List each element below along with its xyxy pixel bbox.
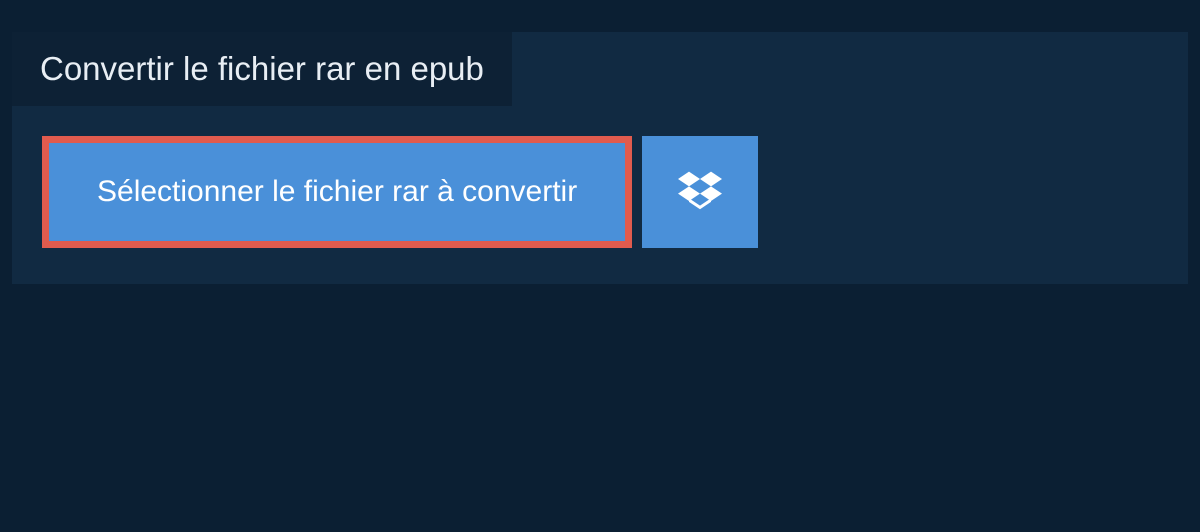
button-gap — [632, 136, 642, 248]
dropbox-icon — [678, 168, 722, 217]
page-title: Convertir le fichier rar en epub — [12, 32, 512, 106]
dropbox-button[interactable] — [642, 136, 758, 248]
select-file-label: Sélectionner le fichier rar à convertir — [97, 175, 577, 209]
button-row: Sélectionner le fichier rar à convertir — [42, 136, 1188, 248]
select-file-button[interactable]: Sélectionner le fichier rar à convertir — [42, 136, 632, 248]
conversion-panel: Convertir le fichier rar en epub Sélecti… — [12, 32, 1188, 284]
